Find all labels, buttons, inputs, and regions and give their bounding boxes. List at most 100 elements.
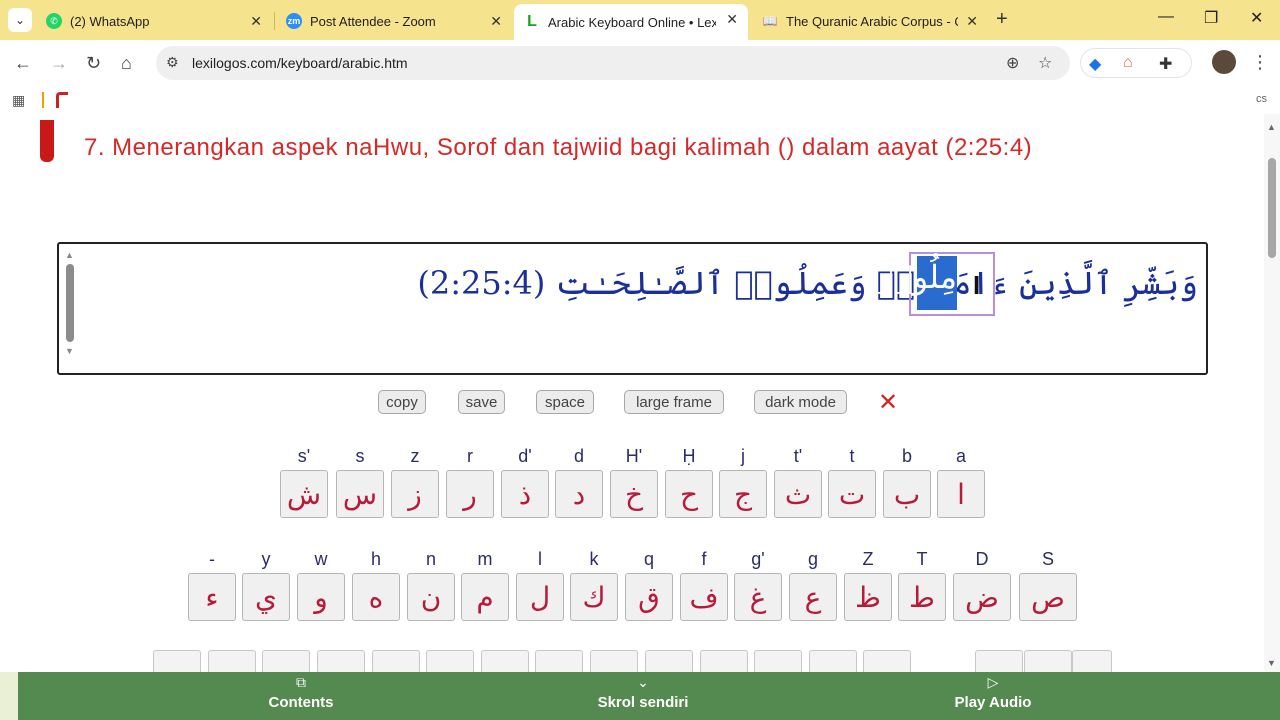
play-audio-button[interactable]: ▷ Play Audio	[913, 674, 1073, 711]
key-arabic[interactable]: ع	[789, 573, 837, 621]
key-ta[interactable]: tت	[828, 446, 876, 518]
tab-search-button[interactable]: ⌄	[8, 8, 32, 32]
key-partial[interactable]	[700, 650, 748, 672]
key-arabic[interactable]: غ	[734, 573, 782, 621]
key-arabic[interactable]: خ	[610, 470, 658, 518]
large-frame-button[interactable]: large frame	[624, 390, 724, 414]
key-arabic[interactable]: ص	[1019, 573, 1077, 621]
close-icon[interactable]: ✕	[490, 13, 502, 30]
extension-diamond-icon[interactable]: ◆	[1089, 54, 1101, 74]
key-partial[interactable]	[372, 650, 420, 672]
back-icon[interactable]: ←	[14, 53, 32, 74]
key-hamza[interactable]: -ء	[188, 549, 236, 621]
key-sheen[interactable]: s' ش	[280, 446, 328, 518]
arabic-text-editor[interactable]: ▲ ▼ وَبَشِّرِ ٱلَّذِينَ ءَامَنُوا۟ وَعَم…	[57, 242, 1208, 375]
key-meem[interactable]: mم	[461, 549, 509, 621]
reload-icon[interactable]: ↻	[86, 53, 101, 74]
key-partial[interactable]	[153, 650, 201, 672]
tab-zoom[interactable]: zm Post Attendee - Zoom ✕	[276, 6, 512, 36]
key-partial[interactable]	[426, 650, 474, 672]
key-ra[interactable]: rر	[446, 446, 494, 518]
editor-scrollbar[interactable]: ▲ ▼	[65, 250, 75, 356]
key-arabic[interactable]: ح	[665, 470, 713, 518]
key-partial[interactable]	[863, 650, 911, 672]
key-arabic[interactable]: ق	[625, 573, 673, 621]
key-ba[interactable]: bب	[883, 446, 931, 518]
minimize-button[interactable]: —	[1158, 8, 1174, 26]
scroll-up-icon[interactable]: ▲	[65, 250, 74, 260]
key-partial[interactable]	[262, 650, 310, 672]
space-button[interactable]: space	[536, 390, 594, 414]
key-noon[interactable]: nن	[407, 549, 455, 621]
key-tha[interactable]: t' ث	[774, 446, 822, 518]
bookmark-overflow-text[interactable]: cs	[1256, 93, 1267, 105]
key-arabic[interactable]: ب	[883, 470, 931, 518]
key-fa[interactable]: fف	[680, 549, 728, 621]
key-partial[interactable]	[975, 650, 1023, 672]
key-ha-small[interactable]: hه	[352, 549, 400, 621]
key-sad[interactable]: Sص	[1019, 549, 1077, 621]
key-arabic[interactable]: و	[297, 573, 345, 621]
close-icon[interactable]: ✕	[250, 13, 262, 30]
key-arabic[interactable]: ن	[407, 573, 455, 621]
home-icon[interactable]: ⌂	[121, 53, 132, 74]
key-arabic[interactable]: ز	[391, 470, 439, 518]
tab-quranic-corpus[interactable]: 📖 The Quranic Arabic Corpus - Qu ✕	[752, 6, 988, 36]
key-alif[interactable]: aا	[937, 446, 985, 518]
key-arabic[interactable]: ط	[898, 573, 946, 621]
puzzle-icon[interactable]: ✚	[1159, 54, 1172, 74]
key-zay[interactable]: zز	[391, 446, 439, 518]
key-ha[interactable]: Ḥح	[665, 446, 713, 518]
key-partial[interactable]	[1024, 650, 1072, 672]
url-text[interactable]: lexilogos.com/keyboard/arabic.htm	[192, 55, 408, 71]
key-partial[interactable]	[590, 650, 638, 672]
scroll-down-icon[interactable]: ▼	[1267, 658, 1276, 668]
key-partial[interactable]	[645, 650, 693, 672]
key-arabic[interactable]: ذ	[501, 470, 549, 518]
key-dha[interactable]: Zظ	[844, 549, 892, 621]
key-arabic[interactable]: ه	[352, 573, 400, 621]
key-qaf[interactable]: qق	[625, 549, 673, 621]
scroll-thumb[interactable]	[1268, 158, 1276, 258]
key-ya[interactable]: yي	[242, 549, 290, 621]
key-arabic[interactable]: ت	[828, 470, 876, 518]
new-tab-button[interactable]: +	[996, 8, 1008, 31]
extension-translate-icon[interactable]: ⌂	[1123, 54, 1133, 72]
scroll-up-icon[interactable]: ▲	[1267, 122, 1276, 132]
key-arabic[interactable]: ج	[719, 470, 767, 518]
key-dhal[interactable]: d' ذ	[501, 446, 549, 518]
key-partial[interactable]	[809, 650, 857, 672]
address-bar[interactable]: ⚙ lexilogos.com/keyboard/arabic.htm ⊕ ☆	[156, 46, 1070, 80]
key-partial[interactable]	[317, 650, 365, 672]
zoom-icon[interactable]: ⊕	[1006, 53, 1019, 73]
key-partial[interactable]	[535, 650, 583, 672]
tab-lexilogos[interactable]: L Arabic Keyboard Online • Lexilo ✕	[514, 4, 748, 40]
key-jeem[interactable]: jج	[719, 446, 767, 518]
key-kaf[interactable]: kك	[570, 549, 618, 621]
copy-button[interactable]: copy	[378, 390, 426, 414]
page-scrollbar[interactable]: ▲ ▼	[1264, 114, 1280, 672]
key-arabic[interactable]: ر	[446, 470, 494, 518]
close-icon[interactable]: ✕	[726, 11, 738, 28]
key-arabic[interactable]: د	[555, 470, 603, 518]
key-waw[interactable]: wو	[297, 549, 345, 621]
avatar[interactable]	[1212, 50, 1236, 74]
scroll-down-icon[interactable]: ▼	[65, 346, 74, 356]
close-icon[interactable]: ✕	[966, 13, 978, 30]
key-arabic[interactable]: ث	[774, 470, 822, 518]
key-arabic[interactable]: ي	[242, 573, 290, 621]
key-tah[interactable]: Tط	[898, 549, 946, 621]
key-partial[interactable]	[481, 650, 529, 672]
key-arabic[interactable]: ش	[280, 470, 328, 518]
tab-whatsapp[interactable]: ✆ (2) WhatsApp ✕	[36, 6, 272, 36]
key-kha[interactable]: H' خ	[610, 446, 658, 518]
key-arabic[interactable]: ك	[570, 573, 618, 621]
key-ghain[interactable]: g' غ	[734, 549, 782, 621]
clear-button[interactable]: ✕	[878, 388, 898, 417]
key-dad[interactable]: Dض	[953, 549, 1011, 621]
key-arabic[interactable]: ء	[188, 573, 236, 621]
key-arabic[interactable]: ف	[680, 573, 728, 621]
key-ain[interactable]: gع	[789, 549, 837, 621]
menu-kebab-icon[interactable]: ⋮	[1251, 52, 1269, 73]
window-close-button[interactable]: ✕	[1250, 8, 1263, 28]
